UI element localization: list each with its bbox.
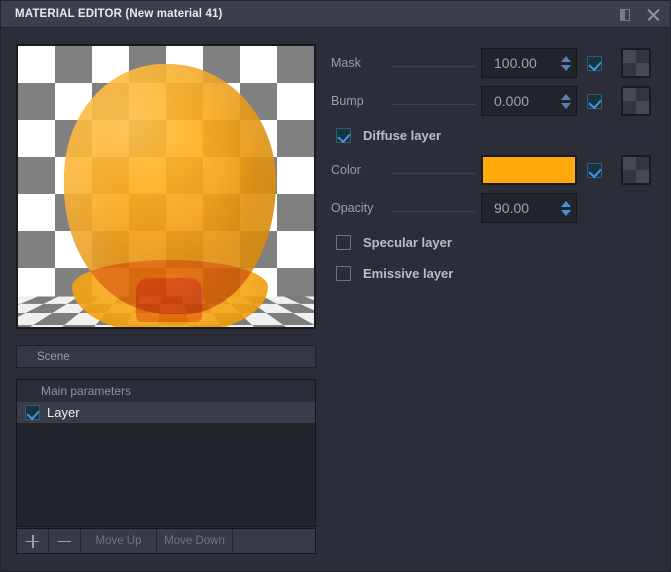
bump-spinner-buttons [558,87,576,115]
bump-label: Bump [331,94,393,108]
mask-label: Mask [331,56,393,70]
opacity-value[interactable]: 90.00 [482,194,558,222]
close-icon [646,8,660,22]
color-leader-line [393,172,475,174]
list-item[interactable]: Layer [17,402,315,423]
color-swatch[interactable] [481,155,577,185]
property-row-opacity: Opacity 90.00 [331,189,661,227]
diffuse-layer-toggle[interactable]: Diffuse layer [331,120,661,151]
window-title: MATERIAL EDITOR (New material 41) [15,8,223,20]
minus-icon [58,535,71,548]
layer-list-panel: Main parameters Layer [16,379,316,527]
mask-texture-button[interactable] [621,48,651,78]
diffuse-layer-label: Diffuse layer [363,128,441,143]
specular-layer-checkbox[interactable] [336,235,351,250]
bump-texture-slot [611,86,661,116]
mask-decrement-icon[interactable] [561,65,571,71]
restore-window-icon [620,9,630,21]
properties-panel: Mask 100.00 Bump 0.000 [331,44,661,289]
plus-icon [26,535,39,548]
property-row-mask: Mask 100.00 [331,44,661,82]
opacity-increment-icon[interactable] [561,201,571,207]
mask-enable-slot [577,56,611,71]
close-window-button[interactable] [642,4,664,26]
color-texture-slot [611,155,661,185]
mask-enable-checkbox[interactable] [587,56,602,71]
opacity-spinner-buttons [558,194,576,222]
bump-decrement-icon[interactable] [561,103,571,109]
opacity-leader-line [393,210,475,212]
color-texture-button[interactable] [621,155,651,185]
emissive-layer-checkbox[interactable] [336,266,351,281]
move-down-button[interactable]: Move Down [157,529,233,553]
emissive-layer-toggle[interactable]: Emissive layer [331,258,661,289]
add-layer-button[interactable] [17,529,49,553]
opacity-decrement-icon[interactable] [561,210,571,216]
preview-viewport[interactable] [16,44,316,329]
bump-increment-icon[interactable] [561,94,571,100]
specular-layer-toggle[interactable]: Specular layer [331,227,661,258]
specular-layer-label: Specular layer [363,235,452,250]
mask-texture-slot [611,48,661,78]
window-titlebar: MATERIAL EDITOR (New material 41) [1,1,670,28]
color-label: Color [331,163,393,177]
mask-spinner-buttons [558,49,576,77]
preview-object-foot [136,278,202,322]
remove-layer-button[interactable] [49,529,81,553]
property-row-color: Color [331,151,661,189]
bump-value[interactable]: 0.000 [482,87,558,115]
opacity-label: Opacity [331,201,393,215]
layer-item-checkbox[interactable] [25,405,40,420]
bump-spinner[interactable]: 0.000 [481,86,577,116]
move-up-button[interactable]: Move Up [81,529,157,553]
material-editor-window: MATERIAL EDITOR (New material 41) Scene [0,0,671,572]
mask-leader-line [393,65,475,67]
bump-enable-checkbox[interactable] [587,94,602,109]
viewport-canvas [18,46,314,327]
mask-increment-icon[interactable] [561,56,571,62]
restore-window-button[interactable] [614,4,636,26]
material-preview-object [18,46,314,327]
diffuse-layer-checkbox[interactable] [336,128,351,143]
bump-leader-line [393,103,475,105]
bump-enable-slot [577,94,611,109]
scene-tab[interactable]: Scene [16,345,316,368]
layer-item-label: Layer [47,405,80,420]
bump-texture-button[interactable] [621,86,651,116]
mask-spinner[interactable]: 100.00 [481,48,577,78]
layer-list-toolbar: Move Up Move Down [16,528,316,554]
mask-value[interactable]: 100.00 [482,49,558,77]
layer-list-header-label: Main parameters [41,384,131,398]
color-enable-slot [577,163,611,178]
property-row-bump: Bump 0.000 [331,82,661,120]
opacity-spinner[interactable]: 90.00 [481,193,577,223]
toolbar-filler [233,529,315,553]
layer-list-header: Main parameters [17,380,315,402]
emissive-layer-label: Emissive layer [363,266,453,281]
color-enable-checkbox[interactable] [587,163,602,178]
window-controls [614,1,664,28]
scene-tab-label: Scene [37,351,70,363]
